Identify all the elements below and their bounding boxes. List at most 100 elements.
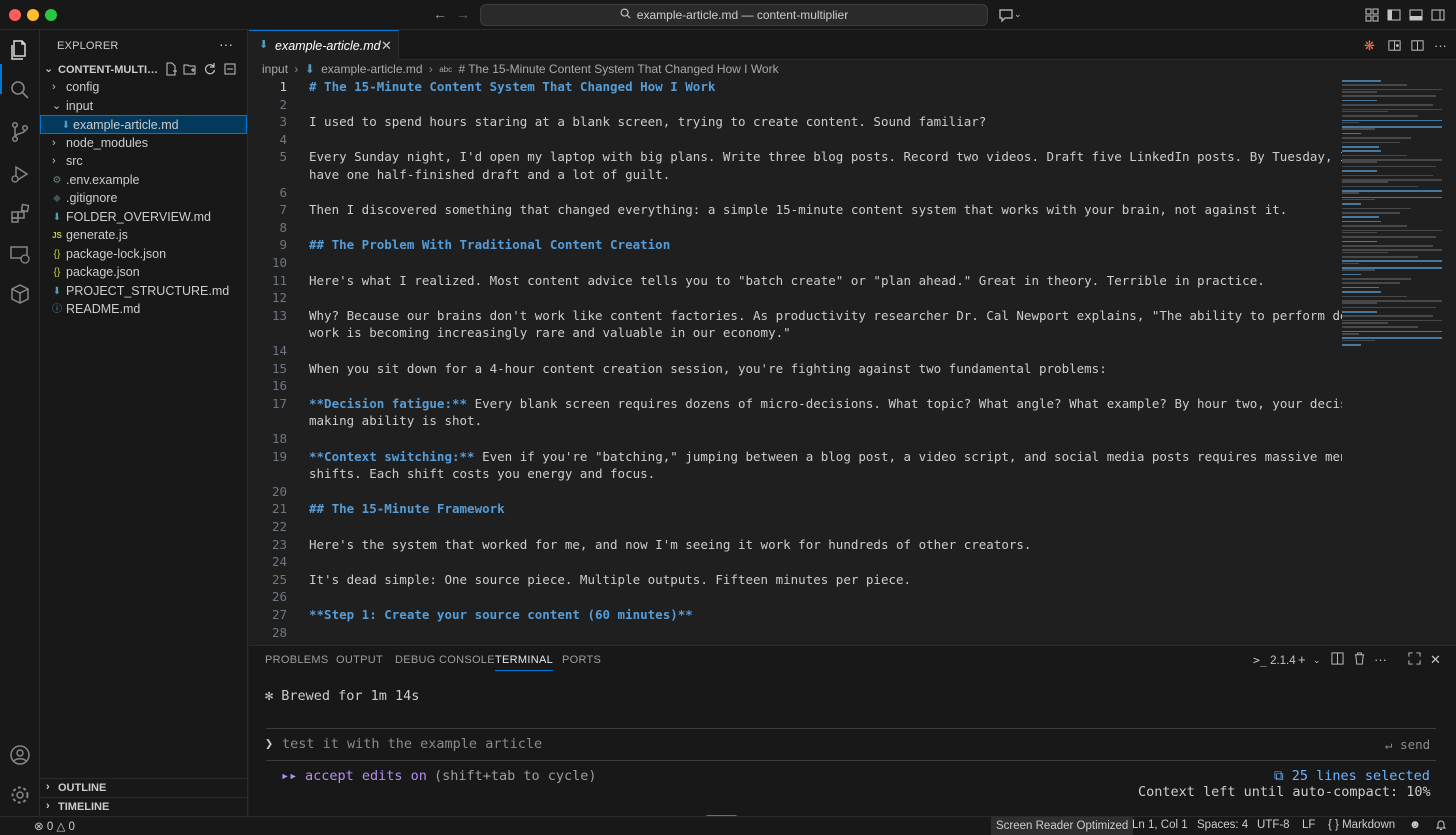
tree-file-generate-js[interactable]: JS generate.js — [40, 226, 247, 245]
maximize-panel-icon[interactable] — [1408, 652, 1421, 668]
toggle-secondary-sidebar-icon[interactable] — [1430, 7, 1446, 23]
gear-icon: ⚙ — [52, 175, 62, 186]
copilot-chat-icon[interactable] — [998, 7, 1014, 23]
extensions-icon[interactable] — [8, 202, 32, 226]
terminal-instance[interactable]: >_ 2.1.4 — [1253, 653, 1296, 667]
markdown-file-icon: ⬇ — [52, 286, 62, 297]
copilot-icon[interactable]: ☻ — [1409, 819, 1421, 831]
chevron-down-icon[interactable]: ⌄ — [1014, 9, 1030, 25]
packages-icon[interactable] — [8, 282, 32, 306]
bottom-panel: PROBLEMS OUTPUT DEBUG CONSOLE TERMINAL P… — [249, 645, 1456, 816]
minimap-line — [1342, 212, 1400, 214]
toggle-panel-icon[interactable] — [1408, 7, 1424, 23]
terminal-instance-label: 2.1.4 — [1270, 655, 1296, 667]
minimap[interactable] — [1342, 78, 1446, 644]
trash-icon[interactable] — [1353, 652, 1366, 668]
source-control-icon[interactable] — [8, 120, 32, 144]
maximize-window-button[interactable] — [45, 9, 57, 21]
settings-gear-icon[interactable] — [8, 783, 32, 807]
tree-file-package-lock[interactable]: {} package-lock.json — [40, 245, 247, 264]
send-button[interactable]: ↵ send — [1385, 737, 1430, 752]
active-indicator — [0, 64, 2, 94]
encoding-status[interactable]: UTF-8 — [1257, 819, 1290, 831]
markdown-heading: # The 15-Minute Content System That Chan… — [309, 79, 716, 94]
tab-ports[interactable]: PORTS — [562, 654, 601, 666]
explorer-icon[interactable] — [8, 38, 32, 62]
timeline-section[interactable]: › TIMELINE — [40, 797, 247, 815]
minimap-line — [1342, 339, 1376, 342]
line-number: 21 — [271, 501, 287, 517]
minimap-line — [1342, 170, 1377, 172]
tree-file-folder-overview[interactable]: ⬇ FOLDER_OVERVIEW.md — [40, 208, 247, 227]
more-actions-icon[interactable]: ··· — [1434, 38, 1450, 54]
eol-status[interactable]: LF — [1302, 819, 1315, 831]
editor-text-area[interactable]: 1 # The 15-Minute Content System That Cha… — [249, 78, 1342, 644]
breadcrumb-folder[interactable]: input — [262, 62, 288, 76]
new-folder-icon[interactable] — [183, 62, 199, 78]
warning-count: 0 — [68, 821, 75, 833]
tree-folder-input[interactable]: ⌄ input — [40, 97, 247, 116]
more-actions-icon[interactable]: ··· — [219, 36, 233, 52]
line-number: 11 — [271, 272, 287, 288]
tree-file-gitignore[interactable]: ◆ .gitignore — [40, 189, 247, 208]
chevron-down-icon[interactable]: ⌄ — [1313, 655, 1321, 666]
text-segment: Then I discovered something that changed… — [309, 202, 1288, 218]
line-number: 25 — [271, 571, 287, 587]
run-debug-icon[interactable] — [8, 162, 32, 186]
close-window-button[interactable] — [9, 9, 21, 21]
toggle-sidebar-icon[interactable] — [1386, 7, 1402, 23]
tree-file-example-article[interactable]: ⬇ example-article.md — [40, 115, 247, 134]
layout-controls-icon[interactable] — [1364, 7, 1380, 23]
workspace-folder-header[interactable]: ⌄ CONTENT-MULTIPL... — [40, 60, 247, 80]
split-editor-icon[interactable] — [1410, 38, 1426, 54]
editor-scrollbar[interactable] — [1446, 78, 1456, 644]
tab-problems[interactable]: PROBLEMS — [265, 654, 329, 666]
minimize-window-button[interactable] — [27, 9, 39, 21]
claude-icon[interactable]: ❋ — [1364, 38, 1380, 54]
text-segment: When you sit down for a 4-hour content c… — [309, 360, 1107, 376]
language-mode[interactable]: { } Markdown — [1328, 819, 1395, 831]
cursor-position[interactable]: Ln 1, Col 1 — [1132, 819, 1188, 831]
tree-folder-src[interactable]: › src — [40, 152, 247, 171]
screen-reader-status[interactable]: Screen Reader Optimized — [991, 817, 1134, 835]
bell-icon[interactable] — [1435, 819, 1447, 834]
tree-file-package-json[interactable]: {} package.json — [40, 263, 247, 282]
tree-item-label: package-lock.json — [66, 247, 167, 261]
remote-explorer-icon[interactable] — [8, 242, 32, 266]
braces-icon: { } — [1328, 819, 1339, 831]
new-file-icon[interactable] — [164, 62, 180, 78]
tree-item-label: example-article.md — [73, 118, 179, 132]
tree-item-label: PROJECT_STRUCTURE.md — [66, 284, 230, 298]
breadcrumb-file[interactable]: example-article.md — [321, 62, 422, 76]
tree-folder-config[interactable]: › config — [40, 78, 247, 97]
back-arrow-icon[interactable]: ← — [433, 6, 447, 22]
new-terminal-icon[interactable]: + — [1298, 652, 1306, 667]
text-segment: Why? Because our brains don't work like … — [309, 307, 1342, 323]
indentation-status[interactable]: Spaces: 4 — [1197, 819, 1248, 831]
tree-file-env-example[interactable]: ⚙ .env.example — [40, 171, 247, 190]
tab-terminal[interactable]: TERMINAL — [495, 654, 554, 671]
terminal-prompt-input[interactable]: test it with the example article — [282, 736, 542, 752]
tab-debug-console[interactable]: DEBUG CONSOLE — [395, 654, 495, 666]
breadcrumb-symbol[interactable]: # The 15-Minute Content System That Chan… — [458, 62, 778, 76]
tree-file-readme[interactable]: ⓘ README.md — [40, 300, 247, 319]
tab-output[interactable]: OUTPUT — [336, 654, 383, 666]
tab-example-article[interactable]: ⬇ example-article.md ✕ — [249, 30, 399, 60]
account-icon[interactable] — [8, 743, 32, 767]
search-icon[interactable] — [8, 78, 32, 102]
collapse-all-icon[interactable] — [223, 62, 239, 78]
open-preview-icon[interactable] — [1387, 38, 1403, 54]
problems-indicator[interactable]: ⊗ 0 △ 0 — [34, 819, 75, 833]
accept-edits-mode[interactable]: accept edits on — [305, 768, 427, 784]
tree-file-project-structure[interactable]: ⬇ PROJECT_STRUCTURE.md — [40, 282, 247, 301]
forward-arrow-icon[interactable]: → — [456, 6, 470, 22]
command-center-search[interactable]: example-article.md — content-multiplier — [480, 4, 988, 26]
refresh-icon[interactable] — [203, 62, 219, 78]
outline-section[interactable]: › OUTLINE — [40, 778, 247, 796]
close-icon[interactable]: ✕ — [381, 38, 392, 54]
split-terminal-icon[interactable] — [1331, 652, 1344, 668]
more-actions-icon[interactable]: ··· — [1374, 652, 1387, 667]
close-panel-icon[interactable]: ✕ — [1430, 652, 1441, 668]
tree-folder-node-modules[interactable]: › node_modules — [40, 134, 247, 153]
line-number: 7 — [279, 202, 287, 218]
